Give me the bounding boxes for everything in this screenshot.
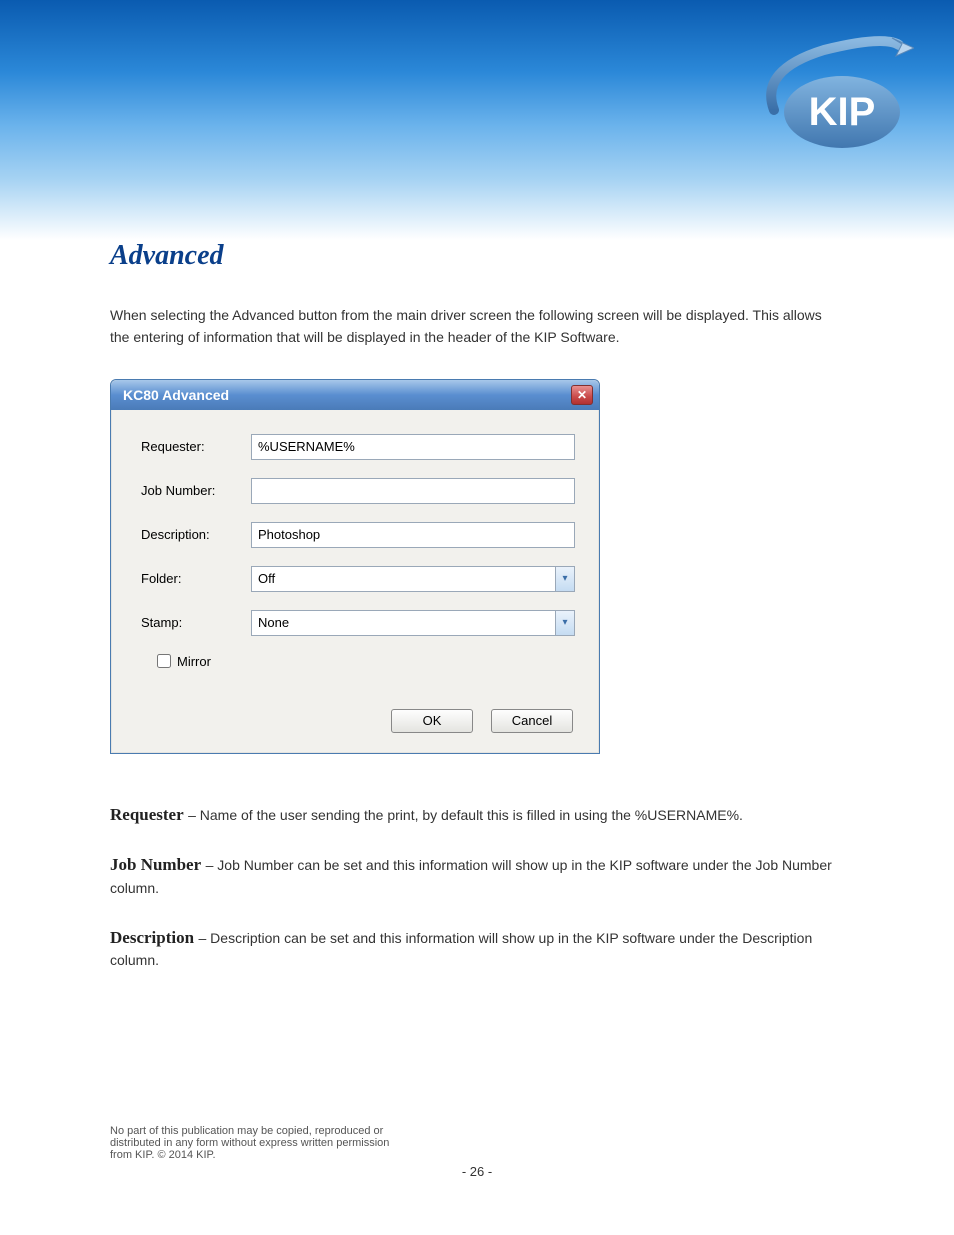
dialog-titlebar: KC80 Advanced ✕: [111, 380, 599, 410]
cancel-button[interactable]: Cancel: [491, 709, 573, 733]
svg-text:KIP: KIP: [809, 90, 876, 134]
folder-label: Folder:: [141, 571, 251, 586]
description-input[interactable]: [251, 522, 575, 548]
description-def: – Description can be set and this inform…: [110, 930, 812, 968]
dialog-title: KC80 Advanced: [123, 387, 229, 403]
folder-select[interactable]: [251, 566, 555, 592]
stamp-select[interactable]: [251, 610, 555, 636]
stamp-label: Stamp:: [141, 615, 251, 630]
jobnumber-heading: Job Number: [110, 855, 201, 874]
jobnumber-label: Job Number:: [141, 483, 251, 498]
mirror-label: Mirror: [177, 654, 211, 669]
advanced-dialog: KC80 Advanced ✕ Requester: Job Number: D…: [110, 379, 600, 754]
jobnumber-input[interactable]: [251, 478, 575, 504]
requester-input[interactable]: [251, 434, 575, 460]
requester-heading: Requester: [110, 805, 184, 824]
header-banner: KIP: [0, 0, 954, 180]
chevron-down-icon[interactable]: ▾: [555, 566, 575, 592]
requester-def: – Name of the user sending the print, by…: [188, 807, 743, 823]
section-title: Advanced: [110, 240, 844, 272]
description-label: Description:: [141, 527, 251, 542]
description-heading: Description: [110, 928, 194, 947]
ok-button[interactable]: OK: [391, 709, 473, 733]
close-button[interactable]: ✕: [571, 385, 593, 405]
footer-copyright: No part of this publication may be copie…: [110, 1121, 400, 1161]
chevron-down-icon[interactable]: ▾: [555, 610, 575, 636]
kip-logo: KIP: [764, 30, 914, 160]
page-number: - 26 -: [0, 1164, 954, 1179]
requester-label: Requester:: [141, 439, 251, 454]
jobnumber-def: – Job Number can be set and this informa…: [110, 857, 832, 895]
intro-text: When selecting the Advanced button from …: [110, 304, 844, 349]
mirror-checkbox[interactable]: [157, 654, 171, 668]
close-icon: ✕: [577, 388, 587, 402]
